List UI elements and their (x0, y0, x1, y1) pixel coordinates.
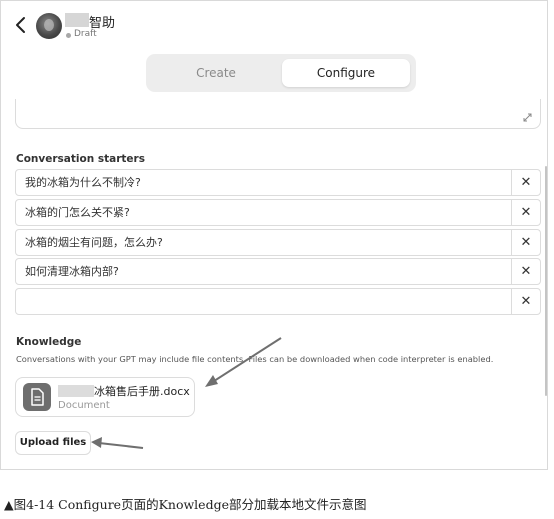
starter-input-empty[interactable]: ✕ (15, 288, 541, 315)
gpt-status: Draft (74, 29, 97, 39)
starter-text[interactable]: 冰箱的门怎么关不紧? (25, 200, 130, 225)
editor-header: 智助 Draft (1, 1, 547, 49)
resize-icon[interactable] (523, 113, 532, 122)
clear-starter-icon[interactable]: ✕ (511, 230, 540, 255)
uploaded-file-card[interactable]: 冰箱售后手册.docx Document (15, 377, 195, 417)
knowledge-description: Conversations with your GPT may include … (16, 354, 494, 364)
gpt-editor-window: 智助 Draft Create Configure Conversation s… (0, 0, 548, 470)
status-dot-icon (66, 33, 71, 38)
scrollbar[interactable] (545, 166, 547, 396)
starter-input[interactable]: 我的冰箱为什么不制冷? ✕ (15, 169, 541, 196)
file-name-redacted (58, 385, 94, 397)
file-type: Document (58, 400, 110, 411)
conversation-starters-label: Conversation starters (16, 153, 145, 165)
starter-text[interactable]: 我的冰箱为什么不制冷? (25, 170, 141, 195)
figure-caption: ▲图4-14 Configure页面的Knowledge部分加载本地文件示意图 (4, 497, 367, 512)
mode-tabs: Create Configure (146, 54, 416, 92)
clear-starter-icon[interactable]: ✕ (511, 259, 540, 284)
clear-starter-icon[interactable]: ✕ (511, 289, 540, 314)
instructions-textarea[interactable] (15, 99, 541, 129)
starter-input[interactable]: 如何清理冰箱内部? ✕ (15, 258, 541, 285)
arrow-to-upload-icon (91, 437, 144, 449)
starter-input[interactable]: 冰箱的门怎么关不紧? ✕ (15, 199, 541, 226)
gpt-avatar[interactable] (36, 13, 62, 39)
tab-create[interactable]: Create (152, 59, 280, 87)
document-icon (23, 383, 51, 411)
upload-files-button[interactable]: Upload files (15, 431, 91, 455)
gpt-name-redacted (65, 13, 89, 27)
clear-starter-icon[interactable]: ✕ (511, 200, 540, 225)
tab-configure[interactable]: Configure (282, 59, 410, 87)
starter-input[interactable]: 冰箱的烟尘有问题，怎么办? ✕ (15, 229, 541, 256)
starter-text[interactable]: 冰箱的烟尘有问题，怎么办? (25, 230, 163, 255)
file-name: 冰箱售后手册.docx (94, 385, 190, 398)
starter-text[interactable]: 如何清理冰箱内部? (25, 259, 119, 284)
clear-starter-icon[interactable]: ✕ (511, 170, 540, 195)
chevron-left-icon[interactable] (13, 14, 29, 36)
knowledge-label: Knowledge (16, 336, 82, 348)
